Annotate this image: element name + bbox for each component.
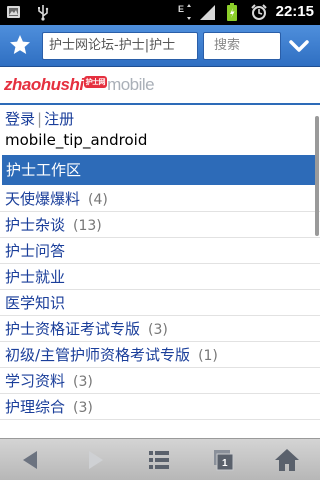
section-header[interactable]: 护士工作区 xyxy=(2,155,318,185)
forum-count: (3) xyxy=(148,322,168,338)
signal-icon xyxy=(199,4,216,26)
alarm-icon xyxy=(250,4,268,26)
logo-text: zhaohushi xyxy=(4,75,84,94)
usb-icon xyxy=(36,4,50,26)
list-item[interactable]: 护理综合 (3) xyxy=(0,394,320,420)
forum-name[interactable]: 初级/主管护师资格考试专版 xyxy=(5,346,190,364)
logo-mobile-text: mobile xyxy=(107,75,155,94)
forum-name[interactable]: 天使爆爆料 xyxy=(5,190,80,208)
list-item[interactable]: 医学知识 xyxy=(0,290,320,316)
forum-name[interactable]: 学习资料 xyxy=(5,372,65,390)
back-arrow-icon[interactable] xyxy=(14,446,48,474)
login-separator: | xyxy=(37,110,43,128)
list-menu-icon[interactable] xyxy=(142,446,176,474)
forum-count: (1) xyxy=(198,348,218,364)
forward-arrow-icon[interactable] xyxy=(78,446,112,474)
scrollbar[interactable] xyxy=(315,116,319,236)
bookmark-star-icon[interactable] xyxy=(7,33,33,59)
status-clock: 22:15 xyxy=(275,3,314,20)
site-logo[interactable]: zhaohushi 护士网 mobile xyxy=(4,75,155,97)
list-item[interactable]: 护士资格证考试专版 (3) xyxy=(0,316,320,342)
login-area: 登录 | 注册 mobile_tip_android xyxy=(0,107,320,153)
register-link[interactable]: 注册 xyxy=(44,110,74,128)
list-item[interactable]: 学习资料 (3) xyxy=(0,368,320,394)
list-item[interactable]: 护士就业 xyxy=(0,264,320,290)
forum-name[interactable]: 医学知识 xyxy=(5,294,65,312)
list-item[interactable]: 护士杂谈 (13) xyxy=(0,212,320,238)
bottom-toolbar: 1 xyxy=(0,438,320,480)
status-bar: E 22:15 xyxy=(0,0,320,25)
windows-icon[interactable]: 1 xyxy=(206,446,240,474)
list-item[interactable]: 初级/主管护师资格考试专版 (1) xyxy=(0,342,320,368)
browser-toolbar: 护士网论坛-护士|护士 搜索 xyxy=(0,25,320,67)
home-icon[interactable] xyxy=(270,446,304,474)
forum-name[interactable]: 护士资格证考试专版 xyxy=(5,320,140,338)
site-header: zhaohushi 护士网 mobile xyxy=(0,67,320,105)
notification-icon xyxy=(6,4,22,25)
mobile-tip-text: mobile_tip_android xyxy=(5,131,148,149)
forum-name[interactable]: 护理综合 xyxy=(5,398,65,416)
svg-text:E: E xyxy=(178,4,184,14)
logo-badge: 护士网 xyxy=(83,76,108,88)
forum-count: (13) xyxy=(73,218,102,234)
search-input[interactable]: 搜索 xyxy=(203,32,281,60)
forum-name[interactable]: 护士就业 xyxy=(5,268,65,286)
login-links: 登录 | 注册 xyxy=(5,109,74,129)
login-link[interactable]: 登录 xyxy=(5,110,35,128)
battery-icon xyxy=(226,3,238,27)
forum-count: (3) xyxy=(73,400,93,416)
list-item[interactable]: 天使爆爆料 (4) xyxy=(0,186,320,212)
forum-name[interactable]: 护士杂谈 xyxy=(5,216,65,234)
list-item[interactable]: 护士问答 xyxy=(0,238,320,264)
svg-text:1: 1 xyxy=(222,458,228,469)
forum-count: (4) xyxy=(88,192,108,208)
forum-list: 天使爆爆料 (4) 护士杂谈 (13) 护士问答 护士就业 医学知识 护士资格证考试… xyxy=(0,186,320,420)
forum-name[interactable]: 护士问答 xyxy=(5,242,65,260)
url-field[interactable]: 护士网论坛-护士|护士 xyxy=(42,32,198,60)
forum-count: (3) xyxy=(73,374,93,390)
chevron-down-icon[interactable] xyxy=(286,34,312,58)
network-icon: E xyxy=(178,3,196,27)
